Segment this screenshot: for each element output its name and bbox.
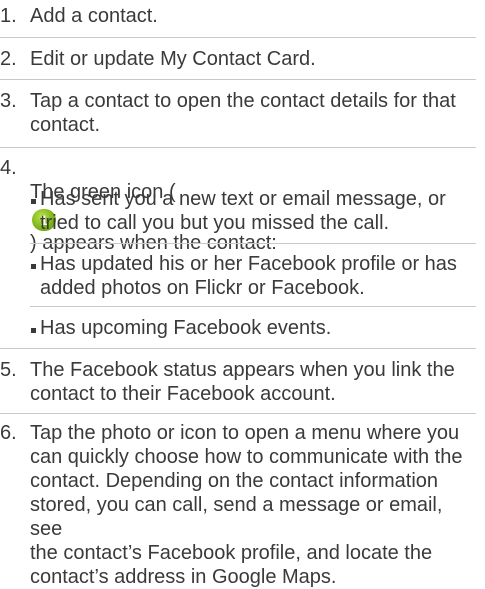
item-number: 4. xyxy=(0,157,17,179)
bullet-text: Has updated his or her Facebook profile … xyxy=(40,253,457,299)
bullet-text: Has upcoming Facebook events. xyxy=(40,317,332,339)
bullet-icon xyxy=(30,316,40,340)
list-item-6: 6. Tap the photo or icon to open a menu … xyxy=(0,421,476,589)
item-text: The Facebook status appears when you lin… xyxy=(30,359,455,405)
bullet-icon xyxy=(30,252,40,300)
divider xyxy=(0,413,476,414)
bullet-item: Has sent you a new text or email message… xyxy=(30,187,476,235)
list-item-1: 1. Add a contact. xyxy=(0,4,476,28)
list-item-3: 3. Tap a contact to open the contact det… xyxy=(0,89,476,137)
bullet-icon xyxy=(30,187,40,235)
divider xyxy=(0,79,476,80)
item-text: Tap a contact to open the contact detail… xyxy=(30,90,456,136)
divider xyxy=(0,147,476,148)
item-number: 3. xyxy=(0,90,17,112)
divider xyxy=(0,348,476,349)
divider xyxy=(0,37,476,38)
item-text: Edit or update My Contact Card. xyxy=(30,48,316,70)
list-item-5: 5. The Facebook status appears when you … xyxy=(0,358,476,406)
divider xyxy=(30,306,476,307)
divider xyxy=(30,243,476,244)
list-item-2: 2. Edit or update My Contact Card. xyxy=(0,47,476,71)
bullet-item: Has upcoming Facebook events. xyxy=(30,316,476,340)
item-number: 2. xyxy=(0,48,17,70)
item-number: 5. xyxy=(0,359,17,381)
item-text: Tap the photo or icon to open a menu whe… xyxy=(30,422,463,588)
item-text: Add a contact. xyxy=(30,5,158,27)
bullet-text: Has sent you a new text or email message… xyxy=(40,188,446,234)
bullet-item: Has updated his or her Facebook profile … xyxy=(30,252,476,300)
item-number: 1. xyxy=(0,5,17,27)
item-number: 6. xyxy=(0,422,17,444)
